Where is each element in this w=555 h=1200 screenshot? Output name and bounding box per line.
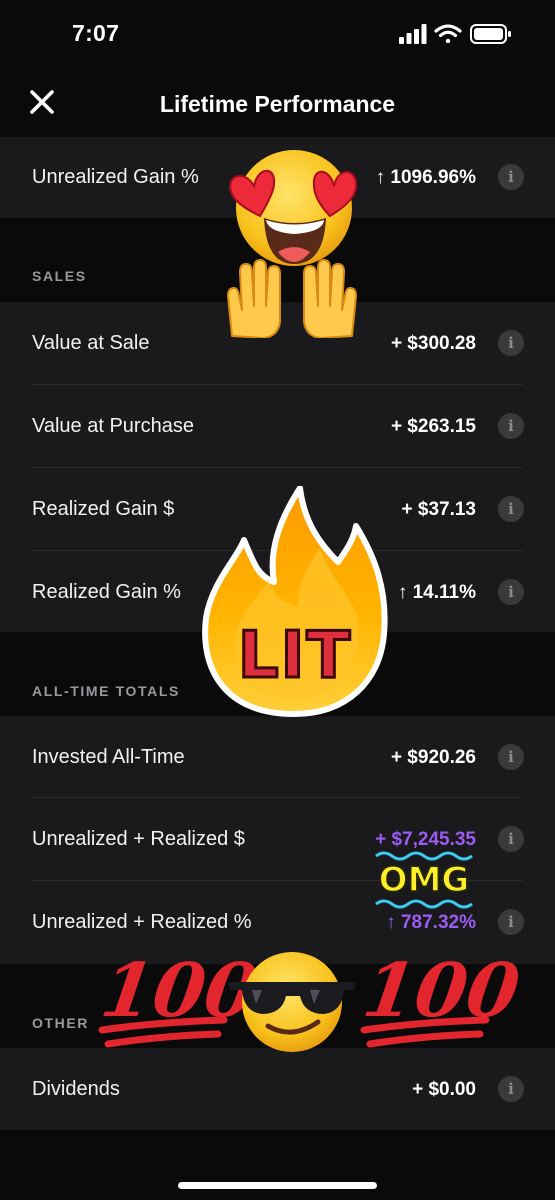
row-label: Dividends [32, 1078, 120, 1100]
hundred-points-left-sticker: 100 [96, 948, 263, 1050]
row-value: + $920.26 [390, 747, 476, 768]
section-header-other: OTHER [32, 1015, 89, 1031]
status-bar: 7:07 [0, 0, 555, 70]
underline-icon [360, 1016, 490, 1048]
omg-sticker: OMG [372, 850, 482, 910]
wifi-icon [434, 24, 462, 44]
info-icon[interactable]: i [498, 496, 524, 522]
info-icon[interactable]: i [498, 909, 524, 935]
status-time: 7:07 [72, 20, 120, 46]
section-header-sales: SALES [32, 268, 87, 284]
underline-icon [98, 1016, 228, 1048]
row-label: Realized Gain % [32, 581, 181, 603]
info-icon[interactable]: i [498, 1076, 524, 1102]
row-label: Value at Sale [32, 332, 150, 354]
omg-text: OMG [378, 859, 470, 901]
info-icon[interactable]: i [498, 164, 524, 190]
row-label: Unrealized + Realized $ [32, 828, 245, 850]
row-label: Unrealized Gain % [32, 166, 199, 188]
row-value: + $300.28 [390, 333, 476, 354]
info-icon[interactable]: i [498, 826, 524, 852]
row-label: Invested All-Time [32, 746, 185, 768]
status-icons [399, 22, 513, 46]
lit-text: LIT [236, 619, 353, 693]
sunglasses-emoji-sticker [228, 946, 358, 1052]
info-icon[interactable]: i [498, 744, 524, 770]
row-value: ↑ 14.11% [397, 582, 476, 603]
value-at-purchase-row: Value at Purchase + $263.15 i [0, 385, 555, 468]
row-value: + $0.00 [412, 1079, 476, 1100]
nav-bar: Lifetime Performance [0, 70, 555, 140]
row-value: + $263.15 [390, 416, 476, 437]
dividends-row: Dividends + $0.00 i [0, 1048, 555, 1131]
row-label: Realized Gain $ [32, 498, 175, 520]
lit-fire-sticker: LIT [196, 486, 392, 718]
cellular-signal-icon [399, 24, 427, 44]
battery-icon [470, 24, 511, 44]
info-icon[interactable]: i [498, 413, 524, 439]
heart-eyes-emoji-sticker [222, 146, 362, 339]
row-label: Value at Purchase [32, 415, 194, 437]
invested-all-time-row: Invested All-Time + $920.26 i [0, 716, 555, 799]
info-icon[interactable]: i [498, 579, 524, 605]
home-indicator[interactable] [178, 1182, 377, 1189]
info-icon[interactable]: i [498, 330, 524, 356]
section-header-totals: ALL-TIME TOTALS [32, 683, 180, 699]
page-title: Lifetime Performance [159, 91, 396, 117]
hundred-points-right-sticker: 100 [358, 948, 525, 1050]
row-value: ↑ 1096.96% [375, 167, 476, 188]
row-value: + $37.13 [401, 499, 477, 520]
